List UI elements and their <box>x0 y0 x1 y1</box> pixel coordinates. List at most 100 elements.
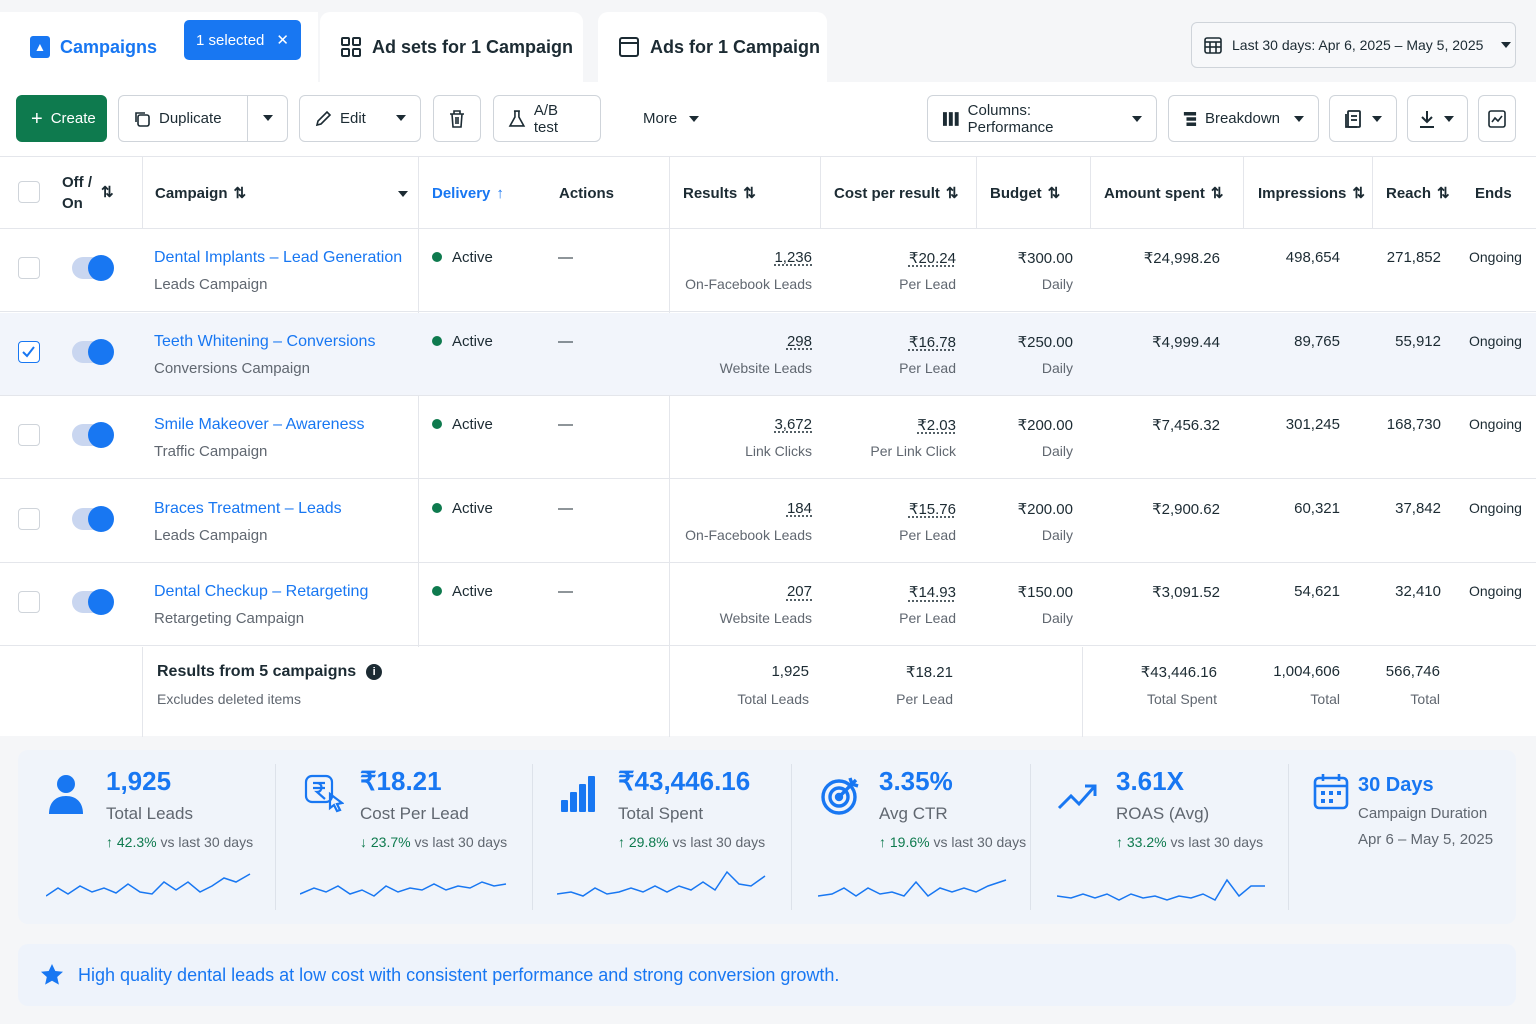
card-change: ↑ 33.2% vs last 30 days <box>1116 834 1264 850</box>
card-sparkline <box>1057 878 1265 901</box>
edit-button[interactable]: Edit <box>299 95 421 142</box>
col-delivery[interactable]: Delivery ↑ <box>432 157 504 229</box>
results-value[interactable]: 3,672 <box>774 416 812 433</box>
row-checkbox[interactable] <box>18 424 40 447</box>
select-all-checkbox[interactable] <box>18 181 40 203</box>
col-reach[interactable]: Reach ⇅ <box>1386 157 1450 229</box>
campaign-column-menu-icon[interactable] <box>398 191 408 197</box>
table-row[interactable]: Smile Makeover – Awareness Traffic Campa… <box>0 396 1536 480</box>
delivery-text: Active <box>452 499 493 517</box>
row-checkbox[interactable] <box>18 340 40 363</box>
col-campaign[interactable]: Campaign ⇅ <box>155 157 246 229</box>
cpr-value[interactable]: ₹16.78 <box>909 333 956 351</box>
campaign-type: Traffic Campaign <box>154 443 268 461</box>
row-checkbox[interactable] <box>18 257 40 279</box>
sort-icon[interactable]: ⇅ <box>101 183 114 201</box>
ab-test-button[interactable]: A/B test <box>493 95 601 142</box>
col-actions[interactable]: Actions <box>559 157 614 229</box>
cpr-value[interactable]: ₹20.24 <box>909 249 956 267</box>
clear-selection-icon[interactable]: ✕ <box>276 31 289 49</box>
results-value[interactable]: 1,236 <box>774 249 812 266</box>
charts-button[interactable] <box>1478 95 1516 142</box>
budget-value[interactable]: ₹150.00 <box>1018 583 1073 601</box>
delivery-status: Active <box>432 249 493 266</box>
row-toggle[interactable] <box>72 255 114 281</box>
budget-value[interactable]: ₹200.00 <box>1018 416 1073 434</box>
budget-value[interactable]: ₹300.00 <box>1018 249 1073 267</box>
row-toggle[interactable] <box>72 422 114 449</box>
columns-icon <box>942 111 959 126</box>
duplicate-button[interactable]: Duplicate <box>118 95 288 142</box>
sort-asc-icon: ↑ <box>496 184 504 202</box>
card-value: 3.35% <box>879 766 953 796</box>
card-sparkline <box>557 870 766 897</box>
row-checkbox[interactable] <box>18 591 40 614</box>
table-row[interactable]: Dental Implants – Lead Generation Leads … <box>0 229 1536 312</box>
info-icon[interactable]: i <box>366 664 383 680</box>
card-sparkline <box>818 879 1007 897</box>
top-tab-bar: ▲ Campaigns 1 selected ✕ Ad sets for 1 C… <box>0 0 1536 82</box>
budget-value[interactable]: ₹200.00 <box>1018 500 1073 518</box>
tab-adsets[interactable]: Ad sets for 1 Campaign <box>320 12 583 82</box>
more-button[interactable]: More <box>628 95 714 142</box>
campaign-name-link[interactable]: Dental Implants – Lead Generation <box>154 249 402 267</box>
results-value[interactable]: 184 <box>787 500 812 517</box>
row-toggle[interactable] <box>72 338 114 365</box>
delete-button[interactable] <box>433 95 481 142</box>
columns-chevron-icon <box>1132 115 1142 122</box>
campaign-name-link[interactable]: Braces Treatment – Leads <box>154 500 342 518</box>
reports-button[interactable] <box>1329 95 1397 142</box>
campaign-name-link[interactable]: Teeth Whitening – Conversions <box>154 333 375 351</box>
table-row[interactable]: Braces Treatment – Leads Leads Campaign … <box>0 480 1536 563</box>
duplicate-menu-chevron-icon[interactable] <box>263 115 273 121</box>
sort-icon: ⇅ <box>1437 185 1450 202</box>
selected-pill[interactable]: 1 selected ✕ <box>184 20 301 60</box>
cpr-value[interactable]: ₹2.03 <box>917 416 956 434</box>
table-row[interactable]: Dental Checkup – Retargeting Retargeting… <box>0 563 1536 647</box>
card-sparkline <box>46 873 251 897</box>
col-cpr-label: Cost per result <box>834 184 940 202</box>
col-cost-per-result[interactable]: Cost per result ⇅ <box>834 157 958 229</box>
card-total-spent: ₹43,446.16 Total Spent ↑ 29.8% vs last 3… <box>533 750 791 924</box>
col-ends[interactable]: Ends <box>1475 157 1512 229</box>
col-amount-spent[interactable]: Amount spent ⇅ <box>1104 157 1223 229</box>
active-status-dot <box>432 419 442 430</box>
card-label: Total Leads <box>106 804 193 823</box>
breakdown-icon <box>1183 111 1197 126</box>
col-results[interactable]: Results ⇅ <box>683 157 756 229</box>
row-toggle[interactable] <box>72 589 114 616</box>
totals-results-sub: Total Leads <box>737 691 809 707</box>
col-budget[interactable]: Budget ⇅ <box>990 157 1060 229</box>
results-value[interactable]: 207 <box>787 583 812 600</box>
ends-value: Ongoing <box>1469 416 1522 433</box>
row-toggle[interactable] <box>72 505 114 532</box>
card-label: Cost Per Lead <box>360 804 469 823</box>
reports-icon <box>1345 109 1361 128</box>
results-value[interactable]: 298 <box>787 333 812 350</box>
cpr-value[interactable]: ₹14.93 <box>909 583 956 601</box>
delivery-status: Active <box>432 500 493 517</box>
col-impressions[interactable]: Impressions ⇅ <box>1258 157 1365 229</box>
create-button[interactable]: + Create <box>16 95 107 142</box>
card-value: 1,925 <box>106 766 172 796</box>
tab-campaigns-label: Campaigns <box>60 36 158 57</box>
sort-icon: ⇅ <box>1352 185 1365 202</box>
budget-value[interactable]: ₹250.00 <box>1018 333 1073 351</box>
row-checkbox[interactable] <box>18 507 40 530</box>
campaign-name-link[interactable]: Smile Makeover – Awareness <box>154 416 364 434</box>
edit-menu-chevron-icon[interactable] <box>396 115 406 121</box>
cpr-value[interactable]: ₹15.76 <box>909 500 956 518</box>
campaign-icon: ▲ <box>30 36 50 58</box>
tab-ads[interactable]: Ads for 1 Campaign <box>598 12 827 82</box>
breakdown-button[interactable]: Breakdown <box>1168 95 1319 142</box>
table-row[interactable]: Teeth Whitening – Conversions Conversion… <box>0 312 1536 396</box>
delivery-text: Active <box>452 332 493 350</box>
campaign-name-link[interactable]: Dental Checkup – Retargeting <box>154 583 368 601</box>
delivery-status: Active <box>432 416 493 433</box>
tab-campaigns[interactable]: ▲ Campaigns 1 selected ✕ <box>0 12 318 82</box>
date-range-picker[interactable]: Last 30 days: Apr 6, 2025 – May 5, 2025 <box>1191 22 1516 68</box>
export-button[interactable] <box>1407 95 1468 142</box>
columns-button[interactable]: Columns: Performance <box>927 95 1157 142</box>
tab-ads-label: Ads for 1 Campaign <box>650 36 821 57</box>
ad-window-icon <box>619 37 639 57</box>
